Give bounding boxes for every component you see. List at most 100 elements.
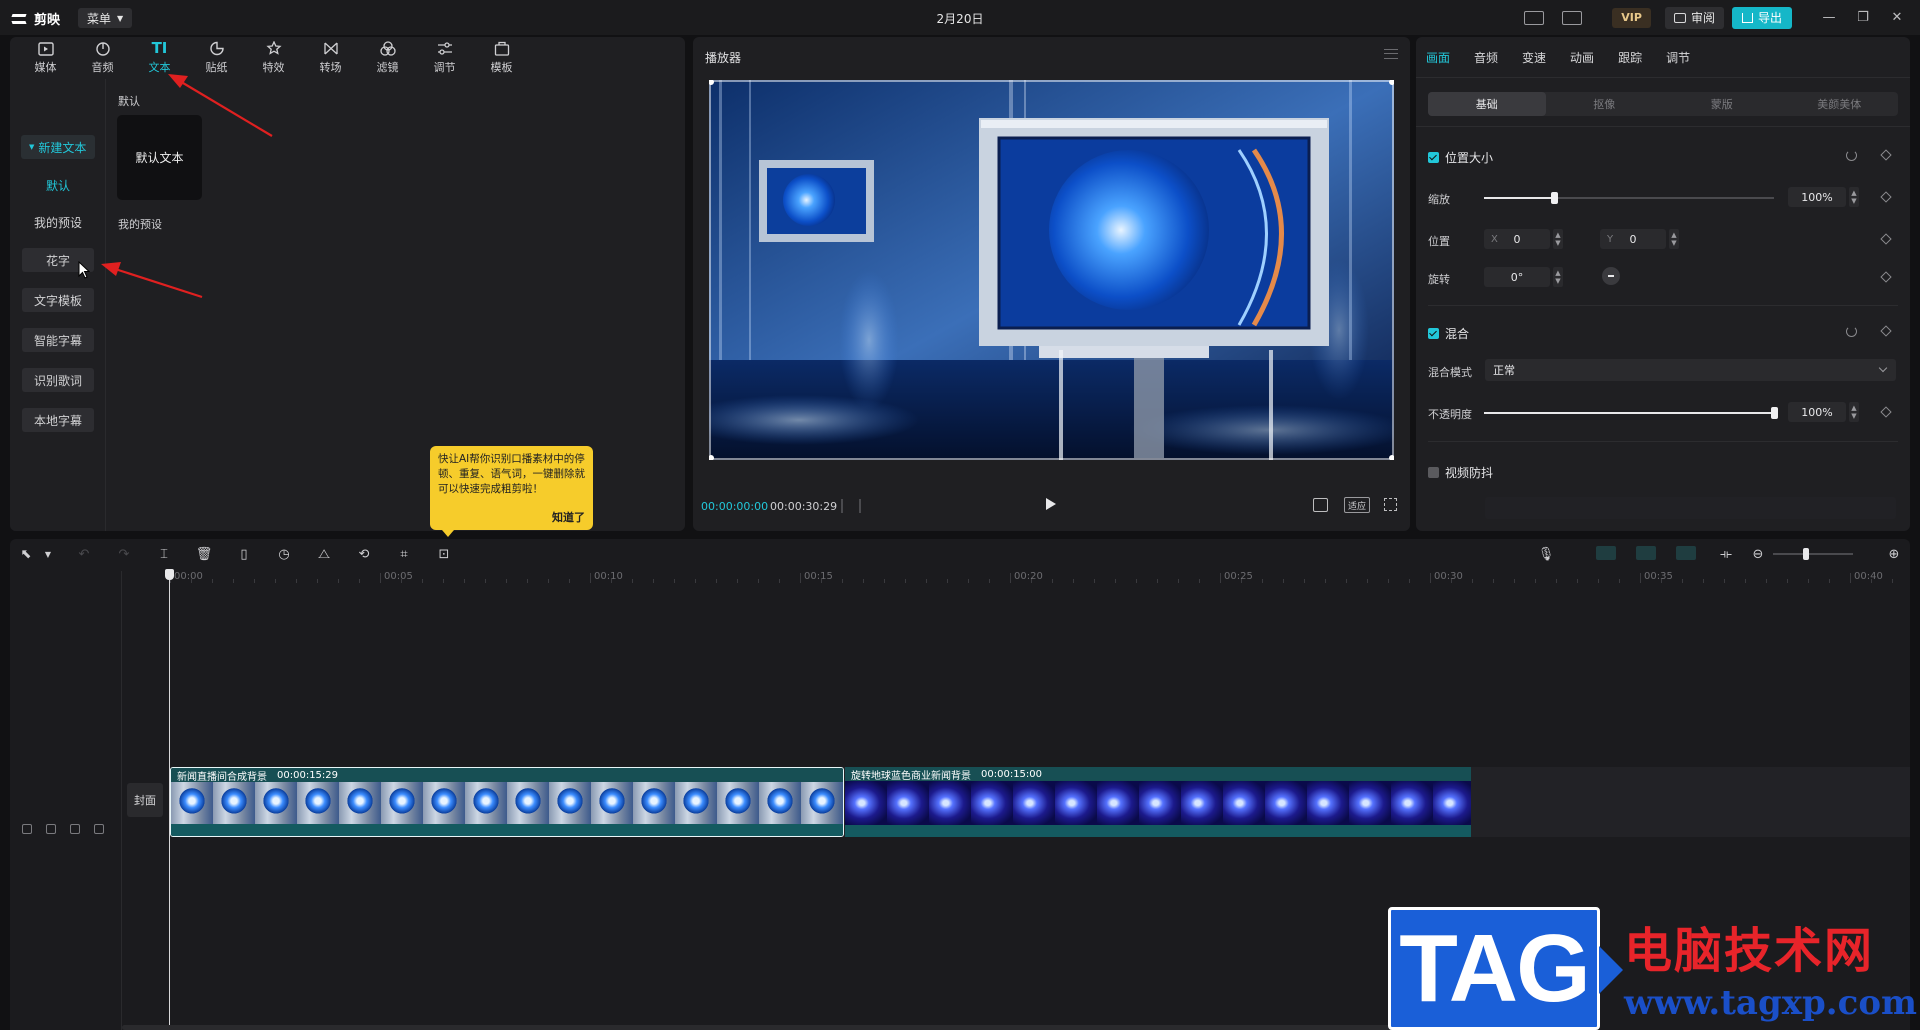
- scale-slider[interactable]: [1484, 192, 1774, 204]
- tab-sticker[interactable]: 贴纸: [188, 37, 245, 79]
- menu-button[interactable]: 菜单 ▼: [78, 8, 133, 28]
- close-icon[interactable]: ✕: [1880, 10, 1914, 25]
- checkbox-icon[interactable]: [1428, 467, 1439, 478]
- checkbox-icon[interactable]: [1428, 328, 1439, 339]
- timeline-zoom-slider[interactable]: [1773, 548, 1853, 560]
- tab-prop-audio[interactable]: 音频: [1474, 49, 1498, 66]
- video-preview[interactable]: [709, 80, 1394, 460]
- smart-cut-icon[interactable]: ⊡: [436, 546, 452, 562]
- tab-picture[interactable]: 画面: [1426, 49, 1450, 66]
- undo-icon[interactable]: ↶: [76, 546, 92, 562]
- tab-prop-adjust[interactable]: 调节: [1666, 49, 1690, 66]
- opacity-input[interactable]: 100%: [1788, 402, 1846, 422]
- time-ruler[interactable]: 00:00 00:05 00:10 00:15 00:20 00:25 00:30 00:35…: [170, 571, 1910, 587]
- stabilize-select[interactable]: [1485, 497, 1896, 519]
- layout-icon[interactable]: [1562, 10, 1583, 25]
- tab-adjust[interactable]: 调节: [416, 37, 473, 79]
- playhead[interactable]: [165, 569, 174, 1029]
- zoom-in-icon[interactable]: ⊕: [1886, 546, 1902, 562]
- tab-transition[interactable]: 转场: [302, 37, 359, 79]
- split-icon[interactable]: ⌶: [156, 546, 172, 562]
- tab-text[interactable]: TI 文本: [131, 37, 188, 79]
- tab-filter[interactable]: 滤镜: [359, 37, 416, 79]
- rotate-stepper[interactable]: ▲ ▼: [1553, 267, 1563, 287]
- keyframe-icon[interactable]: [1880, 191, 1892, 203]
- opacity-stepper[interactable]: ▲ ▼: [1849, 402, 1859, 422]
- link-icon[interactable]: [1676, 546, 1696, 560]
- main-track-magnet-icon[interactable]: [1596, 546, 1616, 560]
- nav-local-caption[interactable]: 本地字幕: [22, 408, 94, 432]
- nav-smart-caption[interactable]: 智能字幕: [22, 328, 94, 352]
- blend-section[interactable]: 混合: [1428, 325, 1469, 342]
- checkbox-icon[interactable]: [1428, 152, 1439, 163]
- preview-axis-icon[interactable]: ⟛: [1718, 546, 1734, 562]
- tab-tracking[interactable]: 跟踪: [1618, 49, 1642, 66]
- tab-audio[interactable]: 音频: [74, 37, 131, 79]
- play-icon[interactable]: [1046, 498, 1056, 510]
- export-button[interactable]: 导出: [1731, 6, 1792, 29]
- position-x-stepper[interactable]: ▲ ▼: [1553, 229, 1563, 249]
- select-tool-icon[interactable]: ⬉: [18, 546, 34, 562]
- tab-animation[interactable]: 动画: [1570, 49, 1594, 66]
- tab-effects[interactable]: 特效: [245, 37, 302, 79]
- subtab-basic[interactable]: 基础: [1428, 92, 1546, 116]
- reverse-play-icon[interactable]: ◷: [276, 546, 292, 562]
- fullscreen-icon[interactable]: [1384, 498, 1397, 511]
- minimize-icon[interactable]: —: [1812, 10, 1846, 25]
- keyframe-icon[interactable]: [1880, 233, 1892, 245]
- nav-lyrics[interactable]: 识别歌词: [22, 368, 94, 392]
- speaker-icon[interactable]: [94, 824, 104, 834]
- video-clip[interactable]: 旋转地球蓝色商业新闻背景 00:00:15:00: [845, 767, 1471, 837]
- chevron-down-icon[interactable]: ▼: [40, 546, 56, 562]
- lock-icon[interactable]: [46, 824, 56, 834]
- scale-stepper[interactable]: ▲ ▼: [1849, 187, 1859, 207]
- cover-button[interactable]: 封面: [127, 783, 163, 817]
- stabilize-section[interactable]: 视频防抖: [1428, 464, 1493, 481]
- shortcut-icon[interactable]: [1524, 10, 1545, 25]
- subtab-mask[interactable]: 蒙版: [1663, 92, 1781, 116]
- keyframe-icon[interactable]: [1880, 149, 1892, 161]
- subtab-cutout[interactable]: 抠像: [1546, 92, 1664, 116]
- mirror-icon[interactable]: ⧍: [316, 546, 332, 562]
- tooltip-ok-button[interactable]: 知道了: [552, 510, 585, 525]
- opacity-slider[interactable]: [1484, 407, 1778, 419]
- maximize-icon[interactable]: ❐: [1846, 10, 1880, 25]
- blend-mode-select[interactable]: 正常: [1485, 359, 1896, 381]
- tab-template[interactable]: 模板: [473, 37, 530, 79]
- eye-icon[interactable]: [70, 824, 80, 834]
- crop-icon[interactable]: ⌗: [396, 546, 412, 562]
- vip-badge[interactable]: VIP: [1612, 7, 1651, 28]
- scale-slider-knob[interactable]: [1550, 192, 1558, 204]
- ratio-button[interactable]: 适应: [1344, 497, 1370, 513]
- redo-icon[interactable]: ↷: [116, 546, 132, 562]
- subtab-beauty[interactable]: 美颜美体: [1781, 92, 1899, 116]
- nav-my-presets[interactable]: 我的预设: [22, 210, 94, 234]
- opacity-slider-knob[interactable]: [1771, 407, 1778, 419]
- screenshot-icon[interactable]: [1313, 498, 1328, 512]
- position-x-input[interactable]: X 0: [1484, 229, 1550, 249]
- rotate-input[interactable]: 0°: [1484, 267, 1550, 287]
- scale-input[interactable]: 100%: [1788, 187, 1846, 207]
- delete-icon[interactable]: 🗑: [196, 546, 213, 562]
- tab-media[interactable]: 媒体: [17, 37, 74, 79]
- review-button[interactable]: 审阅: [1664, 6, 1724, 29]
- video-clip[interactable]: 新闻直播间合成背景 00:00:15:29: [170, 767, 844, 837]
- freeze-icon[interactable]: ▯: [236, 546, 252, 562]
- zoom-knob[interactable]: [1803, 548, 1809, 560]
- reset-icon[interactable]: [1846, 326, 1857, 337]
- keyframe-icon[interactable]: [1880, 325, 1892, 337]
- position-y-input[interactable]: Y 0: [1600, 229, 1666, 249]
- timecode-mode-icon[interactable]: [841, 499, 861, 513]
- keyframe-icon[interactable]: [1880, 271, 1892, 283]
- auto-snap-icon[interactable]: [1636, 546, 1656, 560]
- zoom-out-icon[interactable]: ⊖: [1750, 546, 1766, 562]
- rotate-dial-icon[interactable]: [1602, 267, 1620, 285]
- nav-text-template[interactable]: 文字模板: [22, 288, 94, 312]
- hamburger-menu-icon[interactable]: [1384, 49, 1398, 59]
- nav-default[interactable]: 默认: [22, 173, 94, 197]
- nav-new-text[interactable]: ▼ 新建文本: [21, 135, 95, 159]
- track-cover-icon[interactable]: [22, 824, 32, 834]
- tab-speed[interactable]: 变速: [1522, 49, 1546, 66]
- keyframe-icon[interactable]: [1880, 406, 1892, 418]
- timeline-scrollbar[interactable]: [122, 1025, 1512, 1030]
